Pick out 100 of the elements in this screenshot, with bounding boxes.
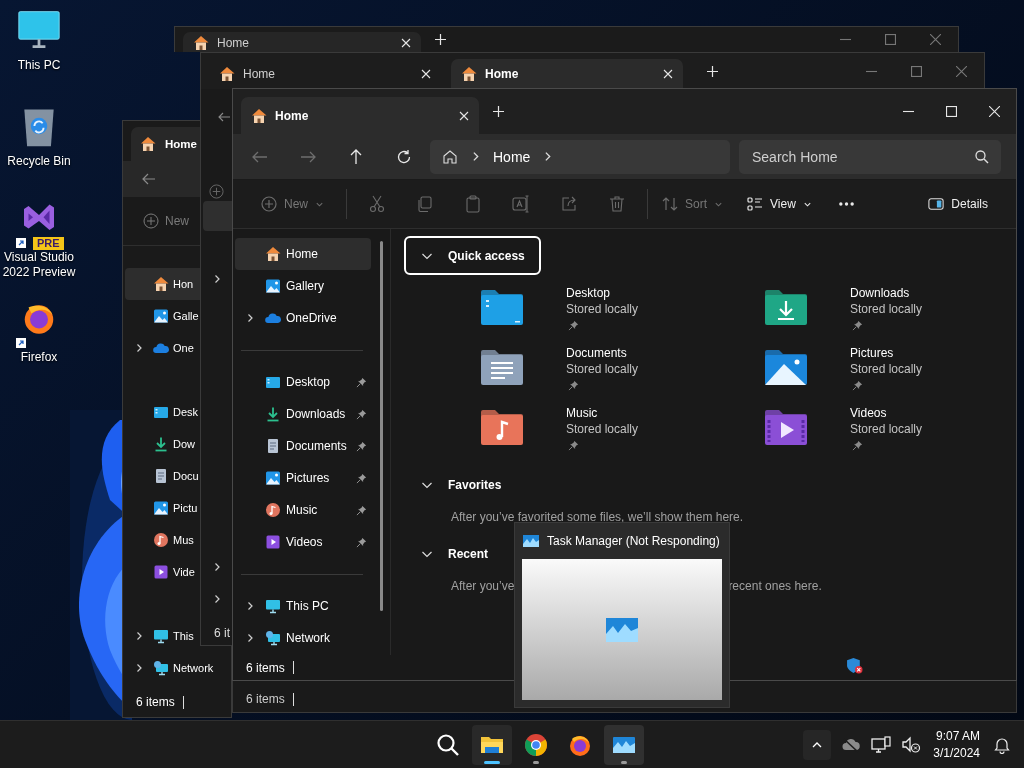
tab[interactable]: Home — [241, 97, 479, 134]
tab[interactable]: Home — [209, 59, 441, 89]
empty-message: After you’ve favorited some files, we’ll show them here. — [451, 510, 744, 524]
chevron-icon[interactable] — [245, 633, 255, 643]
sidebar-item[interactable]: Downloads — [235, 398, 371, 430]
section-header[interactable]: Quick access — [404, 236, 541, 275]
sidebar-item[interactable]: Galle — [125, 300, 201, 332]
more-icon[interactable] — [837, 201, 855, 207]
preview-badge: PRE — [33, 237, 64, 250]
close-icon[interactable] — [663, 69, 673, 79]
close-icon[interactable] — [401, 37, 411, 48]
image-icon — [153, 308, 169, 324]
chevron-icon[interactable] — [212, 274, 222, 284]
sidebar-item[interactable]: Pictu — [125, 492, 201, 524]
desktop-icon-label[interactable]: Visual Studio 2022 Preview — [0, 250, 78, 280]
pin-icon — [852, 320, 863, 331]
sidebar-item[interactable]: Music — [235, 494, 371, 526]
sidebar-item[interactable]: Gallery — [235, 270, 371, 302]
house-icon — [442, 148, 458, 165]
folder-icon — [480, 408, 524, 446]
taskbar-app[interactable] — [472, 724, 512, 765]
chevron-icon[interactable] — [212, 594, 222, 604]
sidebar-item[interactable]: Documents — [235, 430, 371, 462]
breadcrumb[interactable]: Home — [493, 148, 531, 165]
chevron-icon[interactable] — [212, 562, 222, 572]
tab[interactable]: Home — [451, 59, 683, 89]
network-icon[interactable] — [871, 735, 892, 754]
folder-tile[interactable]: Music Stored locally — [480, 405, 764, 457]
chevron-icon[interactable] — [134, 663, 144, 673]
desktop-icon-label[interactable]: Recycle Bin — [0, 154, 78, 169]
folder-tile[interactable]: Documents Stored locally — [480, 345, 764, 397]
sidebar-item[interactable]: OneDrive — [235, 302, 371, 334]
section-header[interactable]: Favorites — [404, 465, 518, 504]
folder-status: Stored locally — [566, 361, 639, 377]
sidebar-item[interactable]: Videos — [235, 526, 371, 558]
sidebar-item[interactable]: Hon — [125, 268, 201, 300]
clock[interactable]: 9:07 AM 3/1/2024 — [933, 727, 980, 762]
sidebar-item[interactable]: Docu — [125, 460, 201, 492]
pin-icon[interactable] — [356, 472, 367, 484]
scrollbar[interactable] — [380, 241, 383, 611]
plus-circle-icon[interactable] — [209, 184, 224, 199]
desktop-icon-label[interactable]: Firefox — [0, 350, 78, 365]
tab[interactable]: Home — [183, 31, 421, 52]
pin-icon — [568, 440, 579, 451]
chevron-up-icon[interactable] — [803, 729, 832, 760]
section-header[interactable]: Recent — [404, 534, 504, 573]
new-button[interactable]: New — [123, 213, 200, 229]
pin-icon[interactable] — [356, 408, 367, 420]
folder-tile[interactable]: Videos Stored locally — [764, 405, 1016, 457]
sidebar-item[interactable]: Desktop — [235, 366, 371, 398]
folder-name: Desktop — [566, 285, 612, 301]
sidebar-item[interactable]: Mus — [125, 524, 201, 556]
close-icon[interactable] — [421, 69, 431, 79]
desktop-icon-label[interactable]: This PC — [0, 58, 78, 73]
sidebar-item[interactable]: Vide — [125, 556, 201, 588]
details-button[interactable]: Details — [920, 190, 996, 218]
sidebar-item[interactable]: Desk — [125, 396, 201, 428]
back-arrow-icon[interactable] — [218, 111, 230, 123]
shield-icon[interactable] — [846, 657, 863, 674]
chevron-icon[interactable] — [245, 601, 255, 611]
pin-icon[interactable] — [356, 376, 367, 388]
chevron-icon[interactable] — [245, 313, 255, 323]
folder-tile[interactable]: Pictures Stored locally — [764, 345, 1016, 397]
window-preview[interactable]: Task Manager (Not Responding) — [514, 522, 730, 708]
plus-icon[interactable] — [493, 106, 504, 117]
tab[interactable]: Home — [131, 127, 200, 161]
pin-icon[interactable] — [356, 504, 367, 516]
sidebar-item[interactable]: Dow — [125, 428, 201, 460]
pin-icon[interactable] — [356, 440, 367, 452]
sidebar-item[interactable]: Home — [235, 238, 371, 270]
close-icon[interactable] — [459, 110, 469, 121]
sidebar-item[interactable]: Pictures — [235, 462, 371, 494]
command-button[interactable]: View — [739, 190, 820, 218]
plus-icon[interactable] — [707, 65, 718, 77]
chevron-icon[interactable] — [134, 343, 144, 353]
search-icon[interactable] — [436, 732, 460, 757]
pin-icon[interactable] — [356, 536, 367, 548]
pin-icon — [568, 320, 579, 331]
sidebar-item[interactable]: Network — [125, 652, 231, 684]
address-bar[interactable]: Home — [430, 139, 730, 174]
folder-status: Stored locally — [566, 301, 639, 317]
running-indicator — [621, 760, 627, 764]
house-icon — [461, 66, 477, 82]
chevron-icon[interactable] — [134, 631, 144, 641]
folder-icon — [764, 348, 808, 386]
sidebar-item[interactable]: One — [125, 332, 201, 364]
back-arrow-icon[interactable] — [141, 171, 157, 187]
sidebar-item[interactable]: This — [125, 620, 201, 652]
item-count: 6 items — [246, 692, 285, 706]
bell-icon[interactable] — [992, 735, 1012, 754]
sidebar-item[interactable]: Network — [235, 622, 371, 654]
folder-tile[interactable]: Downloads Stored locally — [764, 285, 1016, 337]
plus-icon[interactable] — [435, 34, 446, 45]
search-icon[interactable] — [974, 148, 990, 165]
speaker-muted-icon[interactable] — [901, 735, 922, 754]
image-icon — [265, 278, 281, 294]
sidebar-item[interactable]: This PC — [235, 590, 371, 622]
folder-tile[interactable]: Desktop Stored locally — [480, 285, 764, 337]
search-field[interactable]: Search Home — [739, 139, 1001, 174]
taskbar-app[interactable] — [604, 724, 644, 765]
